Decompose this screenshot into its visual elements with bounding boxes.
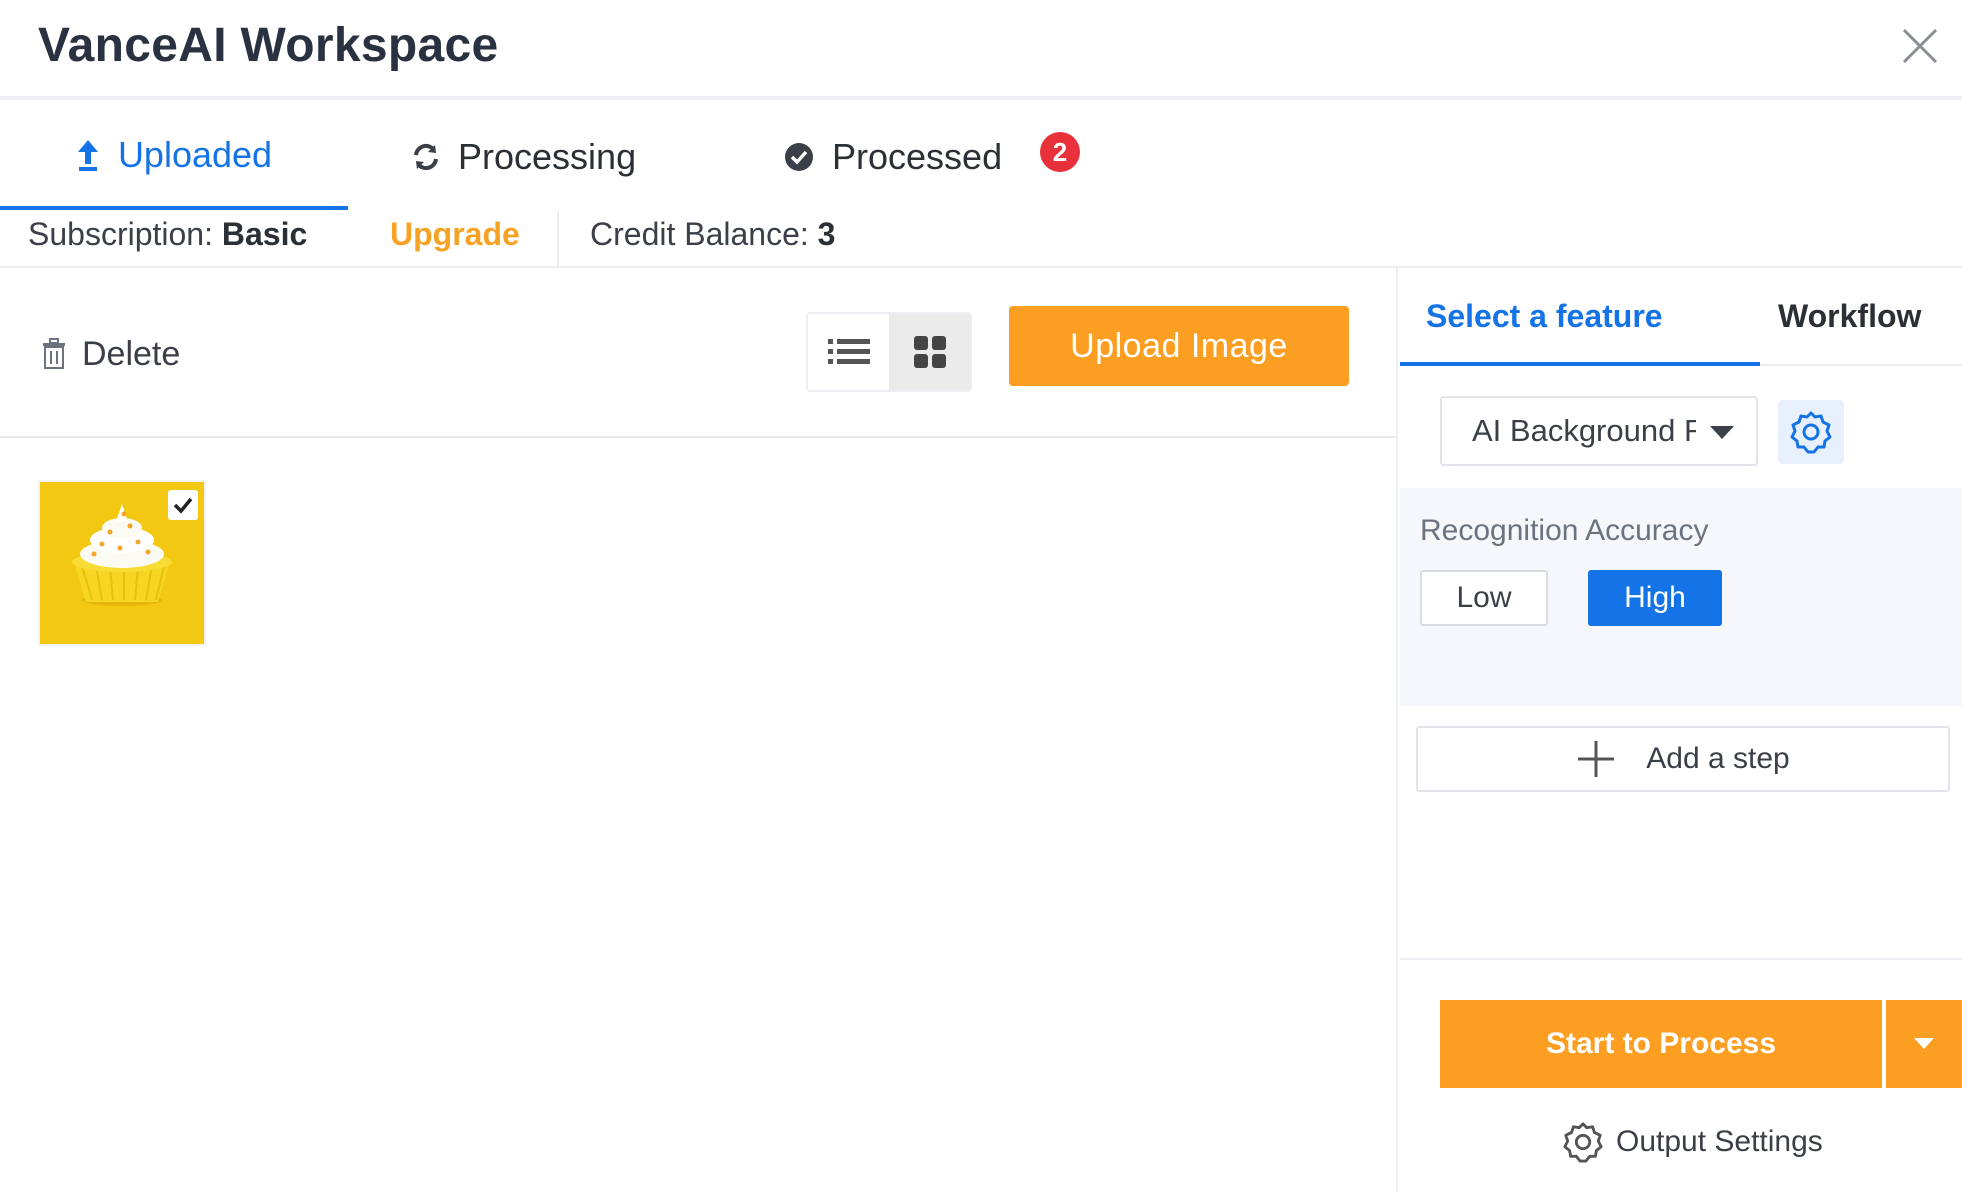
upload-image-button[interactable]: Upload Image (1009, 306, 1349, 386)
refresh-icon (414, 143, 438, 171)
feature-dropdown-value: AI Background R (1472, 413, 1696, 448)
tab-processing-label: Processing (458, 136, 637, 177)
subscription-bar: Subscription: Basic Upgrade Credit Balan… (0, 210, 1962, 268)
start-options-dropdown[interactable] (1886, 1000, 1962, 1088)
view-mode-toggle (806, 312, 972, 392)
add-step-label: Add a step (1646, 742, 1790, 775)
subscription-label: Subscription: (28, 216, 213, 252)
subscription-info: Subscription: Basic (28, 216, 307, 253)
delete-label: Delete (82, 334, 181, 373)
tab-uploaded-label: Uploaded (117, 134, 273, 175)
arrow-up-icon (77, 140, 98, 171)
divider (557, 210, 559, 266)
output-settings-button[interactable]: Output Settings (1562, 1118, 1823, 1166)
feature-tabs: Select a feature Workflow (1400, 268, 1962, 366)
close-icon[interactable] (1900, 26, 1940, 66)
accuracy-high-button[interactable]: High (1588, 570, 1722, 626)
gear-icon (1790, 411, 1832, 454)
subscription-plan: Basic (221, 216, 308, 252)
credit-label: Credit Balance: (590, 216, 809, 252)
tab-select-feature[interactable]: Select a feature (1426, 298, 1663, 335)
delete-button[interactable]: Delete (42, 332, 180, 376)
output-settings-label: Output Settings (1616, 1125, 1823, 1158)
caret-down-icon (1914, 1038, 1934, 1049)
list-view-button[interactable] (808, 314, 889, 390)
gear-icon (1563, 1122, 1603, 1163)
processed-count-badge: 2 (1040, 132, 1080, 172)
checkmark-icon (173, 497, 193, 514)
tab-processing[interactable]: Processing (412, 104, 636, 210)
feature-dropdown[interactable]: AI Background R (1440, 396, 1758, 466)
divider (1400, 958, 1962, 960)
feature-panel: Select a feature Workflow AI Background … (1400, 268, 1962, 1192)
check-circle-icon (785, 143, 813, 171)
window-header: VanceAI Workspace (0, 0, 1962, 100)
trash-icon (43, 338, 65, 369)
image-panel: Delete Upload Image (0, 268, 1398, 1192)
image-select-checkbox[interactable] (168, 490, 198, 520)
image-toolbar: Delete Upload Image (0, 268, 1396, 438)
grid-view-button[interactable] (889, 314, 970, 390)
active-tab-indicator (1400, 362, 1760, 366)
grid-icon (913, 336, 946, 368)
list-icon (827, 339, 870, 364)
recognition-accuracy-label: Recognition Accuracy (1420, 514, 1709, 547)
credit-value: 3 (817, 216, 836, 252)
caret-down-icon (1710, 426, 1734, 439)
plus-icon (1578, 741, 1615, 777)
tab-processed-label: Processed (832, 136, 1003, 177)
start-process-button[interactable]: Start to Process (1440, 1000, 1882, 1088)
image-thumbnail[interactable] (38, 480, 206, 646)
add-step-button[interactable]: Add a step (1416, 726, 1950, 792)
credit-balance: Credit Balance: 3 (590, 216, 835, 253)
feature-settings-button[interactable] (1778, 400, 1844, 464)
recognition-accuracy-panel: Recognition Accuracy Low High (1400, 488, 1962, 706)
tab-workflow[interactable]: Workflow (1778, 298, 1921, 335)
accuracy-low-button[interactable]: Low (1420, 570, 1548, 626)
workspace-tabs: Uploaded Processing Processed (0, 104, 1962, 210)
window-title: VanceAI Workspace (38, 19, 499, 72)
tab-uploaded[interactable]: Uploaded (0, 104, 348, 210)
tab-processed[interactable]: Processed (784, 104, 1002, 210)
upgrade-link[interactable]: Upgrade (390, 216, 520, 253)
